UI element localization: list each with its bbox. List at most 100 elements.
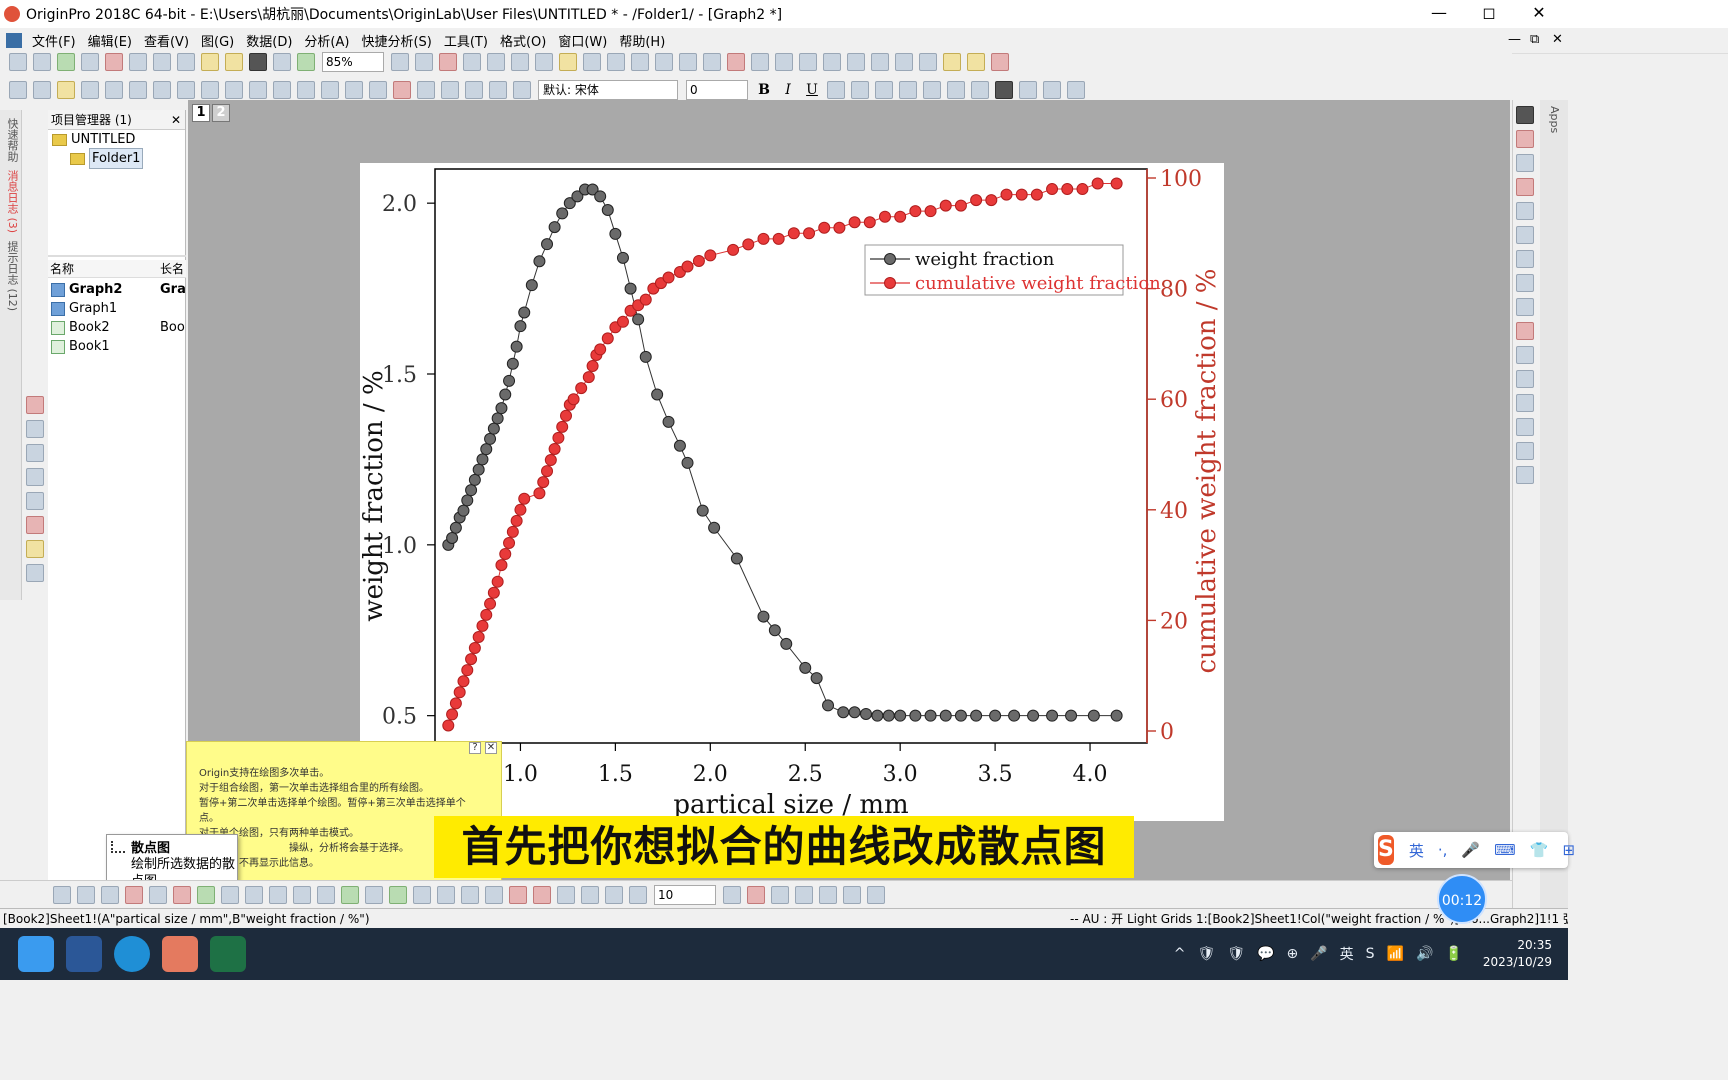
app-remove-icon[interactable] (991, 53, 1009, 71)
pie-icon[interactable] (221, 885, 239, 904)
color-palette-icon[interactable] (26, 396, 44, 414)
new-layout-icon[interactable] (129, 53, 147, 71)
axis-log-icon[interactable] (1516, 178, 1534, 196)
new-workbook-icon[interactable] (57, 53, 75, 71)
hint-help-button[interactable]: ? (469, 742, 481, 754)
increase-font-icon[interactable] (899, 81, 917, 99)
column-plot-icon[interactable] (125, 885, 143, 904)
mic-icon[interactable]: 🎤 (1310, 946, 1327, 962)
line-style-icon[interactable] (1067, 81, 1085, 99)
gear-icon[interactable] (1516, 202, 1534, 220)
color-fill-icon[interactable] (393, 81, 411, 99)
rescale-icon[interactable] (583, 53, 601, 71)
list-item-graph1[interactable]: Graph1 (48, 299, 186, 318)
stat-icon[interactable] (819, 885, 837, 904)
edge-icon[interactable] (114, 936, 150, 972)
first-icon[interactable] (847, 53, 865, 71)
surface-icon[interactable] (317, 885, 335, 904)
volume-icon[interactable]: 🔊 (1416, 946, 1433, 962)
align-icon[interactable] (947, 81, 965, 99)
layer-tab-1[interactable]: 1 (192, 104, 210, 122)
code-builder-icon[interactable] (535, 53, 553, 71)
move-right-icon[interactable] (437, 885, 455, 904)
remove-filter-icon[interactable] (727, 53, 745, 71)
layer-icon[interactable] (441, 81, 459, 99)
hint-close-button[interactable]: ✕ (485, 742, 497, 754)
statistics-icon[interactable] (679, 53, 697, 71)
save-template-icon[interactable] (273, 53, 291, 71)
keyboard-icon[interactable]: ⌨ (1494, 841, 1516, 859)
superscript-icon[interactable] (827, 81, 845, 99)
ime-menu-icon[interactable]: ⊞ (1562, 841, 1575, 859)
list-item-book2[interactable]: Book2 Boo (48, 318, 186, 337)
frame-left-icon[interactable] (1516, 394, 1534, 412)
column-name[interactable]: 名称 (50, 262, 74, 276)
project-manager-close-button[interactable]: ✕ (171, 110, 181, 130)
word-icon[interactable] (66, 936, 102, 972)
sum-icon[interactable] (607, 53, 625, 71)
security-icon[interactable]: 🛡 (1197, 946, 1215, 962)
app-folder-icon[interactable] (943, 53, 961, 71)
mask-icon[interactable] (201, 81, 219, 99)
wechat-icon[interactable]: 💬 (1257, 946, 1274, 962)
frame-bottom-icon[interactable] (1516, 346, 1534, 364)
face-icon[interactable] (795, 885, 813, 904)
frame-top-icon[interactable] (1516, 370, 1534, 388)
wafer-icon[interactable] (365, 885, 383, 904)
tree-folder1[interactable]: Folder1 (48, 148, 185, 169)
align-left-icon[interactable] (605, 885, 623, 904)
layer-content-icon[interactable] (26, 444, 44, 462)
command-window-icon[interactable] (511, 53, 529, 71)
region-icon[interactable] (369, 81, 387, 99)
weibo-icon[interactable]: ⊕ (1286, 946, 1298, 962)
maximize-button[interactable]: ◻ (1464, 0, 1514, 28)
new-project-icon[interactable] (9, 53, 27, 71)
rectangle-tool-icon[interactable] (321, 81, 339, 99)
next-icon[interactable] (895, 53, 913, 71)
mdi-minimize-button[interactable]: — (1508, 32, 1521, 47)
apps-tab[interactable]: Apps (1548, 106, 1561, 133)
data-selector-icon[interactable] (177, 81, 195, 99)
box-plot-icon[interactable] (245, 885, 263, 904)
cut-icon[interactable] (9, 81, 27, 99)
punctuation-icon[interactable]: ·, (1438, 841, 1448, 859)
minimize-button[interactable]: — (1414, 0, 1464, 28)
mask-toggle-icon[interactable] (771, 885, 789, 904)
tree-root[interactable]: UNTITLED (48, 130, 185, 149)
3d-icon[interactable] (269, 885, 287, 904)
frame-box-icon[interactable] (1516, 418, 1534, 436)
zoom-select[interactable]: 85% (322, 52, 384, 72)
layout-9-icon[interactable] (1516, 322, 1534, 340)
timestamp-icon[interactable] (26, 516, 44, 534)
runner-icon[interactable] (1516, 226, 1534, 244)
font-size-select[interactable]: 0 (686, 80, 748, 100)
gauge-icon[interactable] (26, 420, 44, 438)
zoom-icon[interactable] (105, 81, 123, 99)
grid-table-icon[interactable] (26, 564, 44, 582)
arrow-tool-icon[interactable] (273, 81, 291, 99)
print-icon[interactable] (391, 53, 409, 71)
new-graph-icon[interactable] (81, 53, 99, 71)
save-icon[interactable] (249, 53, 267, 71)
project-explorer-icon[interactable] (463, 53, 481, 71)
set-error-icon[interactable] (823, 53, 841, 71)
contour-icon[interactable] (293, 885, 311, 904)
grid-icon[interactable] (417, 81, 435, 99)
set-x-icon[interactable] (751, 53, 769, 71)
script-window-icon[interactable] (487, 53, 505, 71)
frame-break-icon[interactable] (1516, 442, 1534, 460)
tray-expand-icon[interactable]: ^ (1174, 946, 1186, 962)
copy-page-icon[interactable] (415, 53, 433, 71)
recording-timer[interactable]: 00:12 (1437, 874, 1487, 924)
legend-icon[interactable] (26, 468, 44, 486)
layout-2-icon[interactable] (1516, 274, 1534, 292)
template-icon[interactable] (341, 885, 359, 904)
back-icon[interactable] (533, 885, 551, 904)
filter-icon[interactable] (703, 53, 721, 71)
new-notes-icon[interactable] (153, 53, 171, 71)
pointer-icon[interactable] (81, 81, 99, 99)
front-icon[interactable] (509, 885, 527, 904)
input-language[interactable]: 英 (1340, 944, 1354, 964)
merge-icon[interactable] (489, 81, 507, 99)
hand-icon[interactable] (345, 81, 363, 99)
